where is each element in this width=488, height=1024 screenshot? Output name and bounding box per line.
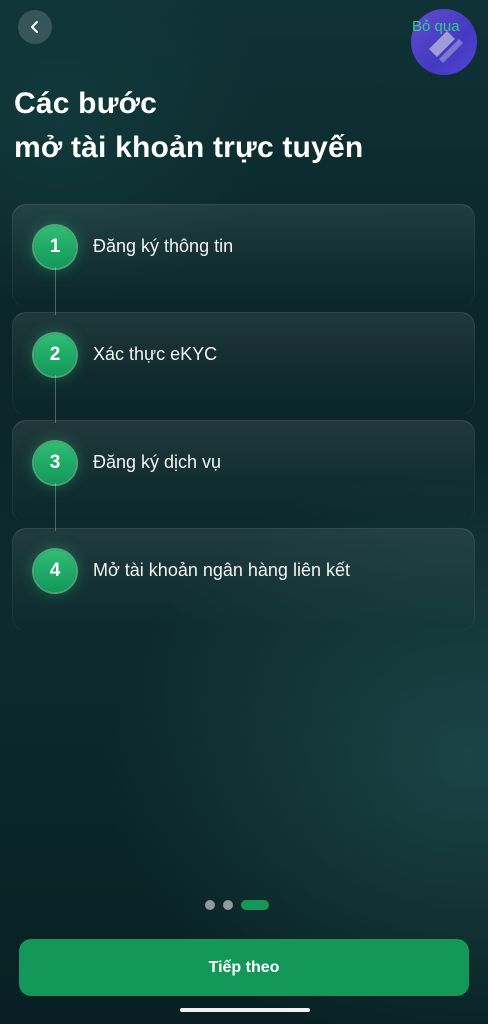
- page-title-line-1: Các bước: [14, 87, 158, 120]
- step-card-2: 2 Xác thực eKYC: [12, 312, 475, 415]
- next-button[interactable]: Tiếp theo: [19, 939, 469, 996]
- step-number-badge: 2: [34, 334, 76, 376]
- step-card-1: 1 Đăng ký thông tin: [12, 204, 475, 307]
- chevron-left-icon: [31, 21, 38, 33]
- page-dot-1: [205, 900, 215, 910]
- step-label: Đăng ký thông tin: [93, 236, 234, 256]
- page-dot-2: [223, 900, 233, 910]
- page-title: Các bước mở tài khoản trực tuyến: [14, 82, 363, 170]
- step-card-4: 4 Mở tài khoản ngân hàng liên kết: [12, 528, 475, 631]
- page-indicator: [205, 900, 269, 910]
- back-button[interactable]: [18, 10, 52, 44]
- step-number-badge: 4: [34, 550, 76, 592]
- page-title-line-2: mở tài khoản trực tuyến: [14, 131, 364, 164]
- step-label: Đăng ký dịch vụ: [93, 452, 222, 472]
- step-card-3: 3 Đăng ký dịch vụ: [12, 420, 475, 523]
- step-label: Xác thực eKYC: [93, 344, 218, 364]
- step-connector-line: [55, 267, 56, 315]
- step-number-badge: 3: [34, 442, 76, 484]
- step-label: Mở tài khoản ngân hàng liên kết: [93, 560, 350, 580]
- home-indicator: [180, 1008, 310, 1012]
- step-connector-line: [55, 375, 56, 423]
- skip-button[interactable]: Bỏ qua: [412, 18, 460, 35]
- page-dot-3-active: [241, 900, 269, 910]
- step-connector-line: [55, 483, 56, 531]
- step-number-badge: 1: [34, 226, 76, 268]
